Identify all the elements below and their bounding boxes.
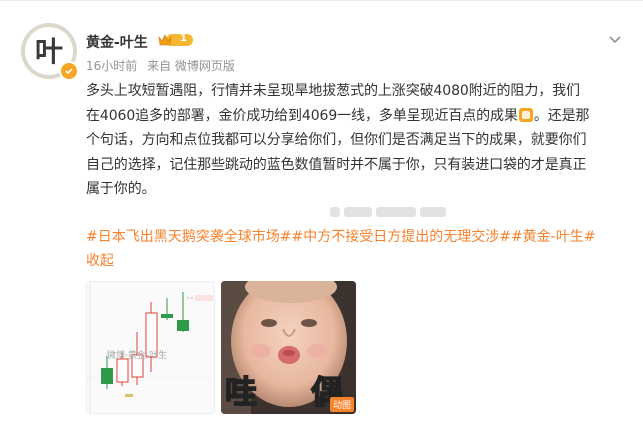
candle-bullish <box>116 358 129 383</box>
post-source: 来自 微博网页版 <box>147 59 235 73</box>
author-avatar-wrap[interactable]: 叶 <box>21 23 79 81</box>
vip-level: 1 <box>180 33 187 44</box>
weibo-post-card: 叶 黄金-叶生 1 16小时前 来自 微博网页版 多头上攻短暂遇阻，行情并未呈现… <box>0 0 643 428</box>
post-text-segment: 在4060追多的部署，金价成功给到4069一线，多单呈现近百点的成果 <box>86 107 518 124</box>
post-text-line: 属于你的。 <box>86 181 156 197</box>
vip-badge[interactable]: 1 <box>158 32 194 48</box>
blurred-text <box>330 203 448 221</box>
avatar-glyph: 叶 <box>35 35 63 68</box>
gif-badge: 动图 <box>329 397 354 412</box>
meme-caption: 哇 <box>224 372 258 412</box>
author-name[interactable]: 黄金-叶生 <box>86 32 148 52</box>
hashtag-link[interactable]: #日本飞出黑天鹅突袭全球市场# <box>86 229 291 245</box>
chevron-down-icon[interactable] <box>607 31 623 47</box>
post-time[interactable]: 16小时前 <box>86 59 137 73</box>
chart-image[interactable]: 微博·黄金-叶生 <box>86 281 215 414</box>
post-text-line: 在4060追多的部署，金价成功给到4069一线，多单呈现近百点的成果 。还是那 <box>86 104 634 129</box>
candle-bearish <box>161 314 173 318</box>
watermark: 微博·黄金-叶生 <box>107 351 168 361</box>
zan-emoji-icon <box>518 107 533 122</box>
post-text: 多头上攻短暂遇阻，行情并未呈现旱地拔葱式的上涨突破4080附近的阻力，我们 在4… <box>86 79 634 202</box>
verified-badge-icon <box>59 61 79 81</box>
hashtag-link[interactable]: #黄金-叶生# <box>511 229 596 245</box>
post-text-segment: 。还是那 <box>533 107 590 124</box>
meme-gif-image[interactable]: 哇 偶 动图 <box>221 281 356 414</box>
post-text-line: 多头上攻短暂遇阻，行情并未呈现旱地拔葱式的上涨突破4080附近的阻力，我们 <box>86 83 580 99</box>
post-text-line: 自己的选择，记住那些跳动的蓝色数值暂时并不属于你，只有装进口袋的才是真正 <box>86 156 587 173</box>
hashtag-line: 收起 <box>86 249 634 273</box>
post-meta: 16小时前 来自 微博网页版 <box>86 57 241 74</box>
candle-bearish <box>101 368 113 384</box>
collapse-link[interactable]: 收起 <box>86 253 114 269</box>
hashtags: #日本飞出黑天鹅突袭全球市场##中方不接受日方提出的无理交涉##黄金-叶生# 收… <box>86 225 634 273</box>
post-text-line: 个句话，方向和点位我都可以分享给你们，但你们是否满足当下的成果，就要你们 <box>86 132 587 148</box>
hashtag-line: #日本飞出黑天鹅突袭全球市场##中方不接受日方提出的无理交涉##黄金-叶生# <box>86 225 634 249</box>
hashtag-link[interactable]: #中方不接受日方提出的无理交涉# <box>291 229 510 245</box>
candle-bearish <box>177 320 189 331</box>
